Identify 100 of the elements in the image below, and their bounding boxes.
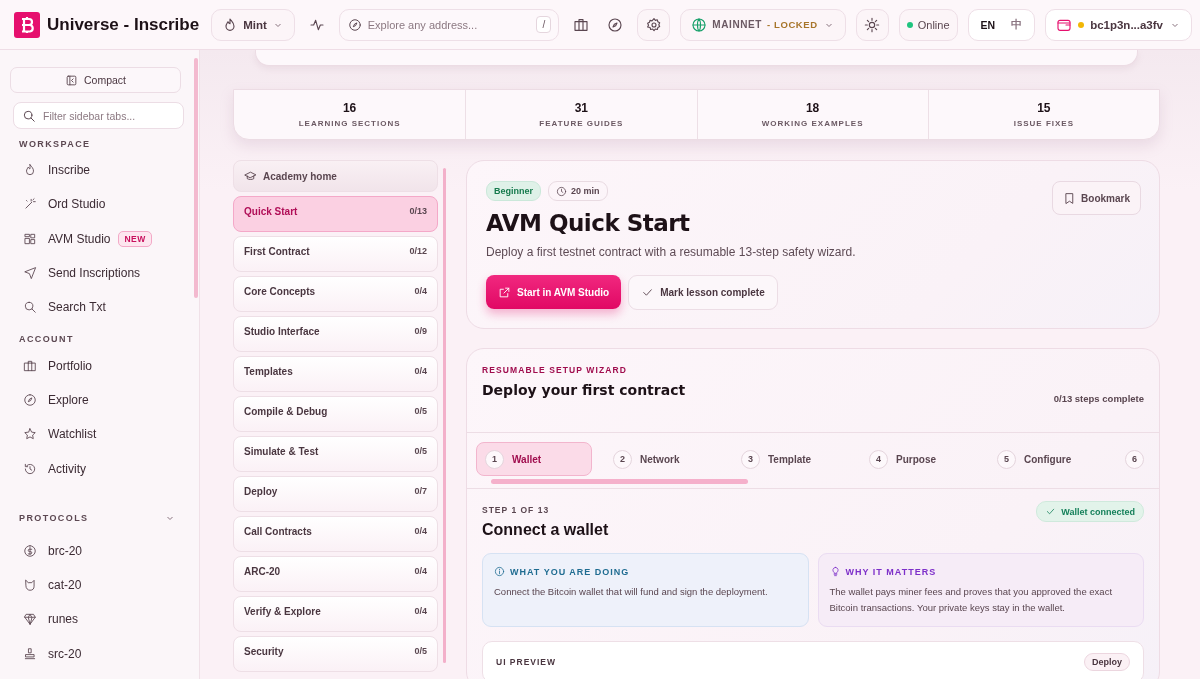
compact-button[interactable]: Compact bbox=[10, 67, 181, 93]
start-button[interactable]: Start in AVM Studio bbox=[486, 275, 622, 309]
filter-field[interactable]: Filter sidebar tabs... bbox=[13, 102, 184, 129]
lesson-progress: 0/5 bbox=[414, 446, 427, 456]
lesson-item[interactable]: Simulate & Test 0/5 bbox=[233, 436, 438, 472]
lesson-item[interactable]: Compile & Debug 0/5 bbox=[233, 396, 438, 432]
mode-dropdown[interactable]: Mint bbox=[211, 8, 295, 41]
sidebar-item[interactable]: AVM Studio NEW bbox=[10, 221, 181, 256]
language-option[interactable]: 中 bbox=[1003, 13, 1031, 36]
flame-icon bbox=[23, 163, 37, 178]
lesson-progress: 0/4 bbox=[414, 606, 427, 616]
lesson-description: Deploy a first testnet contract with a resumable 13-step safety wizard. bbox=[486, 245, 857, 259]
section-heading: ACCOUNT bbox=[19, 334, 74, 345]
compass-icon[interactable] bbox=[607, 16, 624, 33]
lesson-item[interactable]: Core Concepts 0/4 bbox=[233, 276, 438, 312]
step-tab[interactable]: 4 Purpose bbox=[860, 442, 976, 476]
step-tab[interactable]: 6 bbox=[1116, 442, 1145, 476]
step-tab[interactable]: 2 Network bbox=[604, 442, 720, 476]
lesson-progress: 0/9 bbox=[414, 326, 427, 336]
sidebar-item[interactable]: src-20 bbox=[10, 636, 181, 671]
lesson-title: First Contract bbox=[244, 246, 310, 257]
sidebar-item[interactable]: Portfolio bbox=[10, 348, 181, 383]
app-title: Universe - Inscribe bbox=[47, 14, 200, 35]
cat-icon bbox=[23, 578, 37, 593]
graduation-cap-icon bbox=[244, 169, 257, 183]
send-icon bbox=[23, 266, 37, 281]
sidebar-item[interactable]: Ord Studio bbox=[10, 187, 181, 222]
lesson-title: Compile & Debug bbox=[244, 406, 328, 417]
deploy-badge: Deploy bbox=[1084, 653, 1130, 671]
sidebar-item[interactable]: cat-20 bbox=[10, 567, 181, 603]
lesson-title: Simulate & Test bbox=[244, 446, 319, 457]
magic-wand-icon bbox=[23, 197, 37, 212]
lesson-progress: 0/4 bbox=[414, 286, 427, 296]
network-dropdown[interactable]: MAINNET - LOCKED bbox=[680, 8, 846, 41]
sidebar-item[interactable]: Send Inscriptions bbox=[10, 255, 181, 291]
step-label: Template bbox=[768, 453, 812, 465]
gem-icon bbox=[23, 612, 37, 627]
stat-value: 31 bbox=[574, 101, 589, 115]
settings-button[interactable] bbox=[637, 8, 671, 41]
sidebar-item[interactable]: Watchlist bbox=[10, 417, 181, 452]
step-label: Wallet bbox=[512, 453, 542, 465]
lesson-progress: 0/13 bbox=[409, 206, 427, 216]
lesson-item[interactable]: Templates 0/4 bbox=[233, 356, 438, 392]
lesson-item[interactable]: Call Contracts 0/4 bbox=[233, 516, 438, 552]
sidebar-item[interactable]: runes bbox=[10, 602, 181, 637]
shortcut-key: / bbox=[536, 16, 552, 33]
info-text: The wallet pays miner fees and proves that you approved the exact Bitcoin transactions. Your private keys stay in the wallet. bbox=[829, 585, 1114, 615]
stamp-icon bbox=[23, 646, 37, 661]
complete-button[interactable]: Mark lesson complete bbox=[628, 275, 778, 310]
language-option[interactable]: EN bbox=[972, 14, 1004, 35]
coin-icon bbox=[23, 543, 37, 558]
step-tab[interactable]: 3 Template bbox=[732, 442, 848, 476]
lesson-title: Core Concepts bbox=[244, 286, 316, 297]
step-label: Purpose bbox=[896, 453, 936, 465]
step-tab[interactable]: 5 Configure bbox=[988, 442, 1104, 476]
lesson-progress: 0/4 bbox=[414, 526, 427, 536]
sidebar-item[interactable]: Inscribe bbox=[10, 153, 181, 188]
lesson-title: Call Contracts bbox=[244, 526, 312, 537]
lesson-title: Templates bbox=[244, 366, 293, 377]
step-number: 2 bbox=[613, 449, 632, 469]
lesson-item[interactable]: Deploy 0/7 bbox=[233, 476, 438, 512]
step-counter: STEP 1 OF 13 bbox=[482, 505, 551, 515]
lesson-progress: 0/4 bbox=[414, 366, 427, 376]
wallet-button[interactable]: bc1p3n...a3fv bbox=[1045, 8, 1192, 41]
lesson-item[interactable]: Quick Start 0/13 bbox=[233, 196, 438, 232]
step-number: 4 bbox=[869, 449, 888, 469]
bookmark-button[interactable]: Bookmark bbox=[1052, 181, 1141, 215]
academy-home-link[interactable]: Academy home bbox=[233, 160, 438, 192]
search-icon bbox=[22, 108, 36, 123]
sidebar-item[interactable]: brc-20 bbox=[10, 533, 181, 568]
step-label: Network bbox=[640, 453, 680, 465]
new-badge: NEW bbox=[118, 230, 152, 247]
sidebar-item[interactable]: Activity bbox=[10, 451, 181, 486]
clock-icon bbox=[556, 185, 567, 197]
lesson-item[interactable]: First Contract 0/12 bbox=[233, 236, 438, 272]
step-tab[interactable]: 1 Wallet bbox=[476, 442, 592, 476]
lesson-item[interactable]: Security 0/5 bbox=[233, 636, 438, 672]
stat-value: 18 bbox=[805, 101, 820, 115]
lesson-progress: 0/5 bbox=[414, 646, 427, 656]
info-title: WHAT YOU ARE DOING bbox=[510, 566, 630, 577]
sidebar-item[interactable]: Explore bbox=[10, 382, 181, 418]
lesson-title: Studio Interface bbox=[244, 326, 320, 337]
stat-value: 16 bbox=[342, 101, 357, 115]
briefcase-icon[interactable] bbox=[573, 16, 590, 33]
lesson-item[interactable]: ARC-20 0/4 bbox=[233, 556, 438, 592]
wizard-eyebrow: RESUMABLE SETUP WIZARD bbox=[482, 365, 628, 375]
check-icon bbox=[641, 286, 655, 299]
lesson-item[interactable]: Verify & Explore 0/4 bbox=[233, 596, 438, 632]
theme-button[interactable] bbox=[855, 8, 889, 41]
section-heading: PROTOCOLS bbox=[19, 512, 89, 523]
stat-label: ISSUE FIXES bbox=[1013, 119, 1075, 128]
bitcoin-logo-icon bbox=[14, 11, 40, 38]
lesson-progress: 0/12 bbox=[409, 246, 427, 256]
lesson-item[interactable]: Studio Interface 0/9 bbox=[233, 316, 438, 352]
compass-icon bbox=[23, 392, 37, 407]
step-number: 1 bbox=[485, 449, 504, 469]
lesson-title: AVM Quick Start bbox=[486, 210, 691, 236]
step-title: Connect a wallet bbox=[482, 521, 609, 539]
lesson-title: Deploy bbox=[244, 486, 278, 497]
sidebar-item[interactable]: Search Txt bbox=[10, 290, 181, 325]
